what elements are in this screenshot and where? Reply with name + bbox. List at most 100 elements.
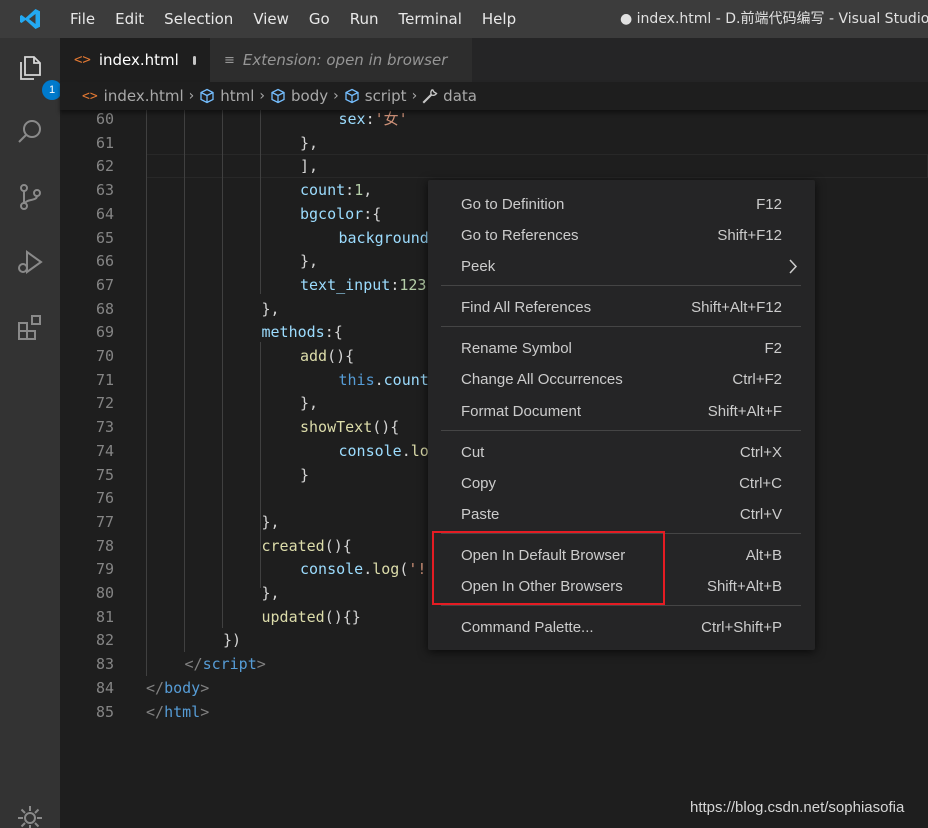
extensions-icon[interactable] — [12, 309, 48, 345]
code-text: sex:'女' — [338, 110, 408, 128]
code-text: console.log('! — [300, 560, 427, 579]
code-text: </body> — [146, 678, 210, 697]
code-text: showText(){ — [300, 418, 400, 437]
code-line: 84 </body> — [60, 676, 928, 700]
watermark: https://blog.csdn.net/sophiasofia — [690, 799, 905, 816]
breadcrumb-html[interactable]: html — [199, 87, 254, 105]
menu-item-shortcut: Shift+Alt+F — [707, 403, 782, 420]
menu-item-shortcut: F2 — [764, 340, 782, 357]
menu-edit[interactable]: Edit — [105, 0, 154, 38]
breadcrumb-label: html — [220, 87, 255, 105]
code-line: 62], — [60, 154, 928, 178]
tab-label: Extension: open in browser — [242, 51, 448, 69]
menu-file[interactable]: File — [60, 0, 105, 38]
activity-bar: 1 — [0, 38, 62, 828]
breadcrumb-body[interactable]: body — [270, 87, 328, 105]
source-control-icon[interactable] — [12, 179, 48, 215]
line-number: 85 — [95, 702, 114, 721]
code-text: } — [300, 465, 310, 484]
tab-extension-open-in-browser[interactable]: ≡ Extension: open in browser — [210, 38, 472, 82]
menu-item-paste[interactable]: Paste Ctrl+V — [428, 499, 815, 530]
menu-item-label: Go to References — [461, 227, 579, 244]
line-number: 64 — [95, 204, 114, 223]
code-text: this.count — [338, 370, 429, 389]
breadcrumb-script[interactable]: script — [344, 87, 407, 105]
menu-view[interactable]: View — [243, 0, 299, 38]
menu-go[interactable]: Go — [299, 0, 340, 38]
breadcrumb-label: body — [291, 87, 329, 105]
code-text: </script> — [184, 655, 266, 674]
code-text: </html> — [146, 702, 210, 721]
search-icon[interactable] — [12, 114, 48, 150]
breadcrumb-data[interactable]: data — [422, 87, 477, 105]
line-number: 69 — [95, 323, 114, 342]
menu-item-format-document[interactable]: Format Document Shift+Alt+F — [428, 396, 815, 427]
menu-help[interactable]: Help — [472, 0, 526, 38]
menu-item-rename-symbol[interactable]: Rename Symbol F2 — [428, 333, 815, 364]
menu-item-label: Paste — [461, 506, 500, 523]
preview-icon: ≡ — [224, 52, 235, 68]
line-number: 62 — [95, 157, 114, 176]
menu-item-shortcut: Ctrl+F2 — [732, 371, 782, 388]
menu-terminal[interactable]: Terminal — [389, 0, 472, 38]
cube-icon — [271, 88, 285, 104]
code-text: methods:{ — [261, 323, 343, 342]
line-number: 67 — [95, 275, 114, 294]
menu-separator — [441, 430, 801, 431]
line-number: 73 — [95, 418, 114, 437]
menu-bar: File Edit Selection View Go Run Terminal… — [60, 0, 526, 38]
code-text: text_input:123 — [300, 275, 427, 294]
menu-item-go-to-definition[interactable]: Go to Definition F12 — [428, 189, 815, 220]
wrench-icon — [422, 88, 438, 104]
breadcrumb-label: index.html — [103, 87, 184, 105]
code-text: created(){ — [261, 536, 352, 555]
menu-separator — [441, 285, 801, 286]
menu-separator — [441, 605, 801, 606]
menu-item-command-palette[interactable]: Command Palette... Ctrl+Shift+P — [428, 612, 815, 643]
cube-icon — [200, 88, 214, 104]
menu-item-shortcut: Ctrl+X — [739, 444, 782, 461]
line-number: 76 — [95, 489, 114, 508]
menu-item-label: Rename Symbol — [461, 340, 572, 357]
code-text: updated(){} — [261, 607, 361, 626]
run-debug-icon[interactable] — [12, 244, 48, 280]
code-text: }, — [261, 299, 280, 318]
breadcrumb-file[interactable]: <> index.html — [82, 87, 184, 105]
line-number: 66 — [95, 252, 114, 271]
menu-item-change-all-occurrences[interactable]: Change All Occurrences Ctrl+F2 — [428, 364, 815, 395]
menu-item-go-to-references[interactable]: Go to References Shift+F12 — [428, 220, 815, 251]
menu-item-shortcut: Shift+Alt+F12 — [691, 299, 782, 316]
chevron-right-icon — [787, 251, 799, 293]
settings-gear-icon[interactable] — [12, 800, 48, 828]
cube-icon — [345, 88, 359, 104]
code-text: count:1, — [300, 181, 373, 200]
line-number: 71 — [95, 370, 114, 389]
menu-item-peek[interactable]: Peek — [428, 251, 815, 282]
menu-item-copy[interactable]: Copy Ctrl+C — [428, 468, 815, 499]
tab-index-html[interactable]: <> index.html — [60, 38, 210, 82]
menu-run[interactable]: Run — [340, 0, 389, 38]
menu-item-label: Find All References — [461, 299, 592, 316]
menu-selection[interactable]: Selection — [154, 0, 243, 38]
code-line: 85 </html> — [60, 700, 928, 724]
line-number: 61 — [95, 133, 114, 152]
line-number: 82 — [95, 631, 114, 650]
code-text: bgcolor:{ — [300, 204, 382, 223]
code-text: }, — [261, 512, 280, 531]
explorer-icon[interactable]: 1 — [12, 50, 62, 100]
line-number: 60 — [95, 110, 114, 128]
line-number: 83 — [95, 655, 114, 674]
menu-item-find-all-references[interactable]: Find All References Shift+Alt+F12 — [428, 292, 815, 323]
menu-item-label: Format Document — [461, 403, 582, 420]
chevron-right-icon: › — [188, 88, 195, 104]
title-bar: File Edit Selection View Go Run Terminal… — [0, 0, 928, 38]
line-number: 63 — [95, 181, 114, 200]
line-number: 70 — [95, 347, 114, 365]
unsaved-dot-icon[interactable] — [192, 55, 196, 65]
code-text: }, — [300, 133, 319, 152]
code-text: }, — [261, 584, 280, 602]
code-line: 83 </script> — [60, 652, 928, 676]
chevron-right-icon: › — [411, 88, 418, 104]
line-number: 79 — [95, 560, 114, 579]
menu-item-cut[interactable]: Cut Ctrl+X — [428, 437, 815, 468]
